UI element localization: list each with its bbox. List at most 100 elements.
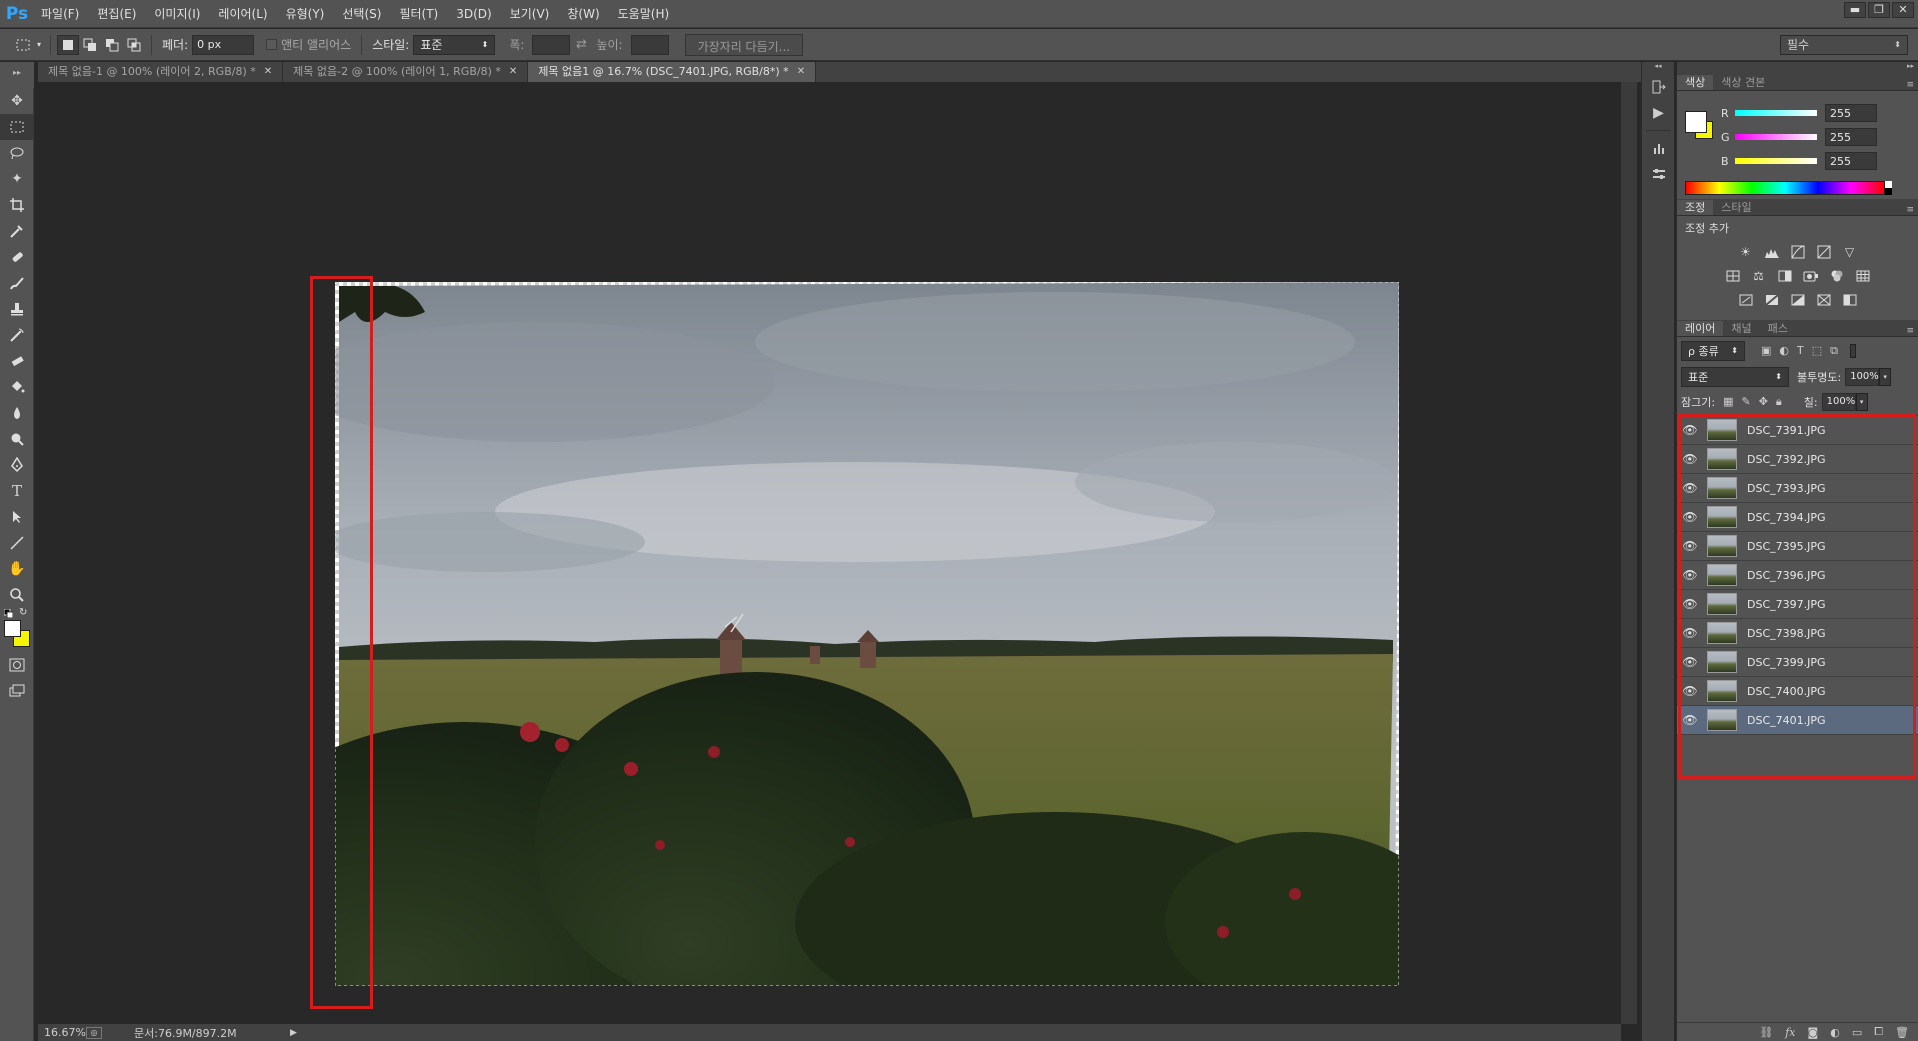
move-icon[interactable]: ✥	[0, 88, 34, 114]
tab-color[interactable]: 색상	[1677, 75, 1714, 90]
eye-icon[interactable]: 👁︎	[1677, 452, 1703, 466]
eye-icon[interactable]: 👁︎	[1677, 423, 1703, 437]
panel-menu-icon[interactable]: ≡	[1906, 326, 1918, 336]
collapse-arrows-icon[interactable]: ◂◂	[1642, 62, 1674, 74]
collapse-arrows-icon[interactable]: ▸▸	[1677, 62, 1918, 74]
workspace-select[interactable]: 필수 ⬍	[1780, 34, 1908, 55]
link-layers-icon[interactable]: ⛓	[1759, 1026, 1773, 1039]
channel-mixer-icon[interactable]	[1827, 267, 1846, 285]
lock-paint-icon[interactable]: ✎	[1741, 395, 1750, 409]
blue-slider[interactable]	[1735, 158, 1817, 164]
actions-panel-icon[interactable]: ▶	[1642, 100, 1675, 126]
brush-icon[interactable]	[0, 270, 34, 296]
lasso-icon[interactable]	[0, 140, 34, 166]
layer-row[interactable]: 👁︎ DSC_7393.JPG	[1677, 474, 1918, 503]
green-value[interactable]: 255	[1825, 128, 1877, 146]
tab-paths[interactable]: 패스	[1760, 321, 1796, 336]
collapse-arrows-icon[interactable]: ▸▸	[0, 62, 34, 77]
eraser-icon[interactable]	[0, 348, 34, 374]
tab-adjustments[interactable]: 조정	[1677, 200, 1714, 215]
layer-row[interactable]: 👁︎ DSC_7400.JPG	[1677, 677, 1918, 706]
close-button[interactable]: ✕	[1892, 2, 1914, 18]
height-input[interactable]	[630, 34, 669, 55]
adjustment-filter-icon[interactable]: ◐	[1779, 344, 1789, 358]
tab-untitled-1[interactable]: 제목 없음-1 @ 100% (레이어 2, RGB/8) * ✕	[38, 62, 284, 82]
eye-icon[interactable]: 👁︎	[1677, 510, 1703, 524]
zoom-level[interactable]: 16.67%	[38, 1026, 86, 1039]
eye-icon[interactable]: 👁︎	[1677, 655, 1703, 669]
layer-filter-select[interactable]: ρ 종류 ⬍	[1681, 340, 1745, 361]
magic-wand-icon[interactable]: ✦	[0, 166, 34, 192]
healing-brush-icon[interactable]	[0, 244, 34, 270]
fill-dropdown[interactable]: ▾	[1855, 393, 1868, 411]
tab-styles[interactable]: 스타일	[1713, 200, 1759, 215]
menu-item[interactable]: 3D(D)	[447, 0, 500, 28]
tab-untitled1-active[interactable]: 제목 없음1 @ 16.7% (DSC_7401.JPG, RGB/8*) * …	[528, 62, 817, 82]
document-canvas[interactable]	[335, 282, 1399, 986]
close-icon[interactable]: ✕	[264, 62, 272, 82]
pixel-filter-icon[interactable]: ▣	[1761, 344, 1771, 358]
minimize-button[interactable]: ▬	[1844, 2, 1866, 18]
color-spectrum[interactable]	[1685, 181, 1885, 195]
trash-icon[interactable]: 🗑︎	[1895, 1026, 1909, 1039]
eye-icon[interactable]: 👁︎	[1677, 684, 1703, 698]
refine-edge-button[interactable]: 가장자리 다듬기...	[684, 33, 804, 56]
photo-filter-icon[interactable]	[1801, 267, 1820, 285]
lock-position-icon[interactable]: ✥	[1759, 395, 1768, 409]
feather-input[interactable]: 0 px	[192, 34, 255, 55]
blend-mode-select[interactable]: 표준 ⬍	[1681, 366, 1789, 387]
layer-row[interactable]: 👁︎ DSC_7392.JPG	[1677, 445, 1918, 474]
new-adjustment-icon[interactable]: ◐	[1830, 1026, 1840, 1039]
smart-object-filter-icon[interactable]: ⧉	[1830, 344, 1838, 358]
stamp-icon[interactable]	[0, 296, 34, 322]
green-slider[interactable]	[1735, 134, 1817, 140]
hand-icon[interactable]: ✋	[0, 556, 34, 582]
lock-all-icon[interactable]: 🔒︎	[1776, 395, 1782, 409]
brightness-icon[interactable]: ☀	[1736, 243, 1755, 261]
blur-icon[interactable]	[0, 400, 34, 426]
blue-value[interactable]: 255	[1825, 152, 1877, 170]
add-mask-icon[interactable]: ◙	[1808, 1026, 1819, 1039]
vibrance-icon[interactable]: ▽	[1840, 243, 1859, 261]
default-colors-icon[interactable]	[3, 608, 14, 619]
menu-item[interactable]: 유형(Y)	[277, 0, 334, 28]
exposure-icon[interactable]	[1814, 243, 1833, 261]
menu-item[interactable]: 파일(F)	[32, 0, 88, 28]
layer-row[interactable]: 👁︎ DSC_7394.JPG	[1677, 503, 1918, 532]
restore-button[interactable]: ❐	[1868, 2, 1890, 18]
layer-row[interactable]: 👁︎ DSC_7398.JPG	[1677, 619, 1918, 648]
shape-filter-icon[interactable]: ⬚	[1812, 344, 1822, 358]
levels-icon[interactable]	[1762, 243, 1781, 261]
marquee-preset-icon[interactable]	[12, 35, 34, 55]
marquee-icon[interactable]	[0, 114, 34, 140]
tab-untitled-2[interactable]: 제목 없음-2 @ 100% (레이어 1, RGB/8) * ✕	[283, 62, 529, 82]
menu-item[interactable]: 선택(S)	[333, 0, 390, 28]
color-balance-icon[interactable]: ⚖	[1749, 267, 1768, 285]
layer-style-icon[interactable]: fx	[1785, 1026, 1795, 1039]
layer-row[interactable]: 👁︎ DSC_7396.JPG	[1677, 561, 1918, 590]
invert-icon[interactable]	[1736, 291, 1755, 309]
gradient-map-icon[interactable]	[1840, 291, 1859, 309]
menu-item[interactable]: 창(W)	[558, 0, 608, 28]
subtract-selection-icon[interactable]	[101, 35, 123, 55]
toolbar-collapse[interactable]: ▸▸	[0, 62, 34, 88]
zoom-icon[interactable]	[0, 582, 34, 608]
layer-row[interactable]: 👁︎ DSC_7399.JPG	[1677, 648, 1918, 677]
red-slider[interactable]	[1735, 110, 1817, 116]
add-selection-icon[interactable]	[79, 35, 101, 55]
status-menu-icon[interactable]: ▶	[290, 1028, 297, 1038]
chevron-down-icon[interactable]: ▾	[34, 35, 44, 55]
vertical-scrollbar[interactable]	[1621, 82, 1637, 1024]
type-filter-icon[interactable]: T	[1797, 344, 1804, 358]
eye-icon[interactable]: 👁︎	[1677, 713, 1703, 727]
panel-menu-icon[interactable]: ≡	[1906, 205, 1918, 215]
red-value[interactable]: 255	[1825, 104, 1877, 122]
screen-mode-icon[interactable]	[0, 678, 34, 704]
dodge-icon[interactable]	[0, 426, 34, 452]
quick-mask-icon[interactable]	[0, 652, 34, 678]
antialias-checkbox[interactable]	[266, 39, 278, 50]
swap-icon[interactable]: ⇄	[570, 35, 592, 55]
layer-row[interactable]: 👁︎ DSC_7397.JPG	[1677, 590, 1918, 619]
black-white-icon[interactable]	[1775, 267, 1794, 285]
opacity-input[interactable]: 100%	[1845, 367, 1880, 386]
